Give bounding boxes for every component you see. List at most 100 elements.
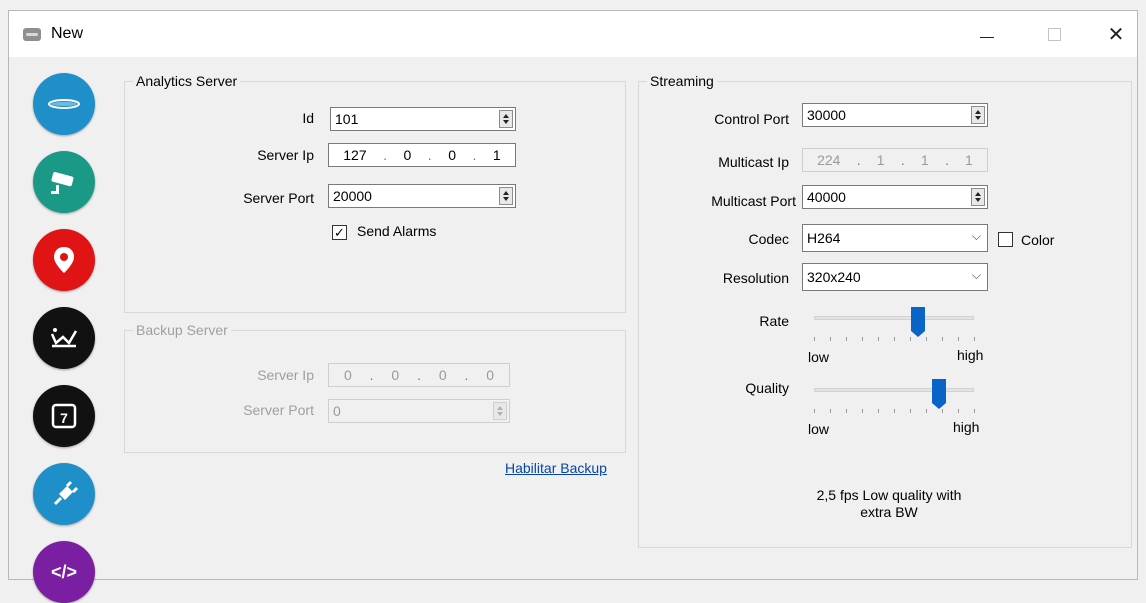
quality-high-label: high bbox=[953, 419, 980, 435]
backup-server-ip-label: Server Ip bbox=[257, 367, 314, 383]
backup-server-port-field[interactable]: 0 bbox=[328, 399, 510, 423]
ip-separator: . bbox=[383, 147, 387, 163]
maximize-icon bbox=[1047, 27, 1061, 41]
cctv-camera-icon[interactable] bbox=[33, 151, 95, 213]
quality-label: Quality bbox=[745, 380, 789, 396]
quality-slider-thumb[interactable] bbox=[931, 379, 946, 409]
rate-slider[interactable] bbox=[806, 307, 986, 341]
backup-server-port-spinner[interactable] bbox=[493, 402, 507, 420]
ip-octet: 1 bbox=[965, 152, 973, 168]
slider-tick bbox=[862, 337, 863, 341]
chevron-down-icon: ⌵ bbox=[971, 229, 981, 243]
slider-tick bbox=[958, 409, 959, 413]
codec-label: Codec bbox=[748, 231, 789, 247]
backup-server-ip-field[interactable]: 0. 0. 0. 0 bbox=[328, 363, 510, 387]
ip-octet: 127 bbox=[343, 147, 367, 163]
streaming-summary: 2,5 fps Low quality with extra BW bbox=[799, 487, 979, 521]
multicast-port-field[interactable]: 40000 bbox=[802, 185, 988, 209]
analytics-server-legend: Analytics Server bbox=[136, 73, 238, 89]
server-port-label: Server Port bbox=[243, 190, 314, 206]
slider-tick bbox=[846, 409, 847, 413]
id-field[interactable]: 101 bbox=[330, 107, 516, 131]
slider-tick bbox=[878, 409, 879, 413]
resolution-select[interactable]: 320x240 ⌵ bbox=[802, 263, 988, 291]
app-icon bbox=[23, 28, 41, 41]
minimize-button[interactable] bbox=[964, 11, 1010, 57]
slider-tick bbox=[894, 409, 895, 413]
slider-tick bbox=[878, 337, 879, 341]
resolution-value: 320x240 bbox=[807, 269, 861, 285]
ip-octet: 1 bbox=[876, 152, 885, 168]
ip-octet: 0 bbox=[486, 367, 495, 383]
control-port-spinner[interactable] bbox=[971, 106, 985, 124]
zone-polygon-icon[interactable] bbox=[33, 307, 95, 369]
server-port-spinner[interactable] bbox=[499, 187, 513, 205]
slider-tick bbox=[958, 337, 959, 341]
slider-tick bbox=[926, 409, 927, 413]
multicast-port-value: 40000 bbox=[807, 189, 846, 205]
id-label: Id bbox=[302, 110, 314, 126]
ip-separator: . bbox=[472, 147, 477, 163]
control-port-field[interactable]: 30000 bbox=[802, 103, 988, 127]
quality-slider-track bbox=[814, 388, 974, 392]
code-icon[interactable]: </> bbox=[33, 541, 95, 603]
plug-icon[interactable] bbox=[33, 463, 95, 525]
rate-high-label: high bbox=[957, 347, 984, 363]
ip-octet: 1 bbox=[492, 147, 501, 163]
window-title: New bbox=[51, 25, 84, 42]
color-label[interactable]: Color bbox=[1021, 232, 1054, 248]
map-pin-icon[interactable] bbox=[33, 229, 95, 291]
ip-octet: 0 bbox=[391, 367, 400, 383]
slider-tick bbox=[894, 337, 895, 341]
slider-tick bbox=[862, 409, 863, 413]
ip-separator: . bbox=[900, 152, 905, 168]
rate-low-label: low bbox=[808, 349, 830, 365]
calendar-icon[interactable]: 7 bbox=[33, 385, 95, 447]
enable-backup-link[interactable]: Habilitar Backup bbox=[505, 460, 607, 476]
id-spinner[interactable] bbox=[499, 110, 513, 128]
streaming-summary-line2: extra BW bbox=[860, 504, 918, 520]
slider-tick bbox=[910, 409, 911, 413]
control-port-value: 30000 bbox=[807, 107, 846, 123]
ip-separator: . bbox=[427, 147, 432, 163]
quality-slider[interactable] bbox=[806, 379, 986, 413]
ip-octet: 0 bbox=[448, 147, 456, 163]
window: New ✕ 7 </> Analytics Server Id 101 Serv… bbox=[8, 10, 1138, 603]
control-port-label: Control Port bbox=[714, 111, 789, 127]
server-port-value: 20000 bbox=[333, 188, 372, 204]
quality-low-label: low bbox=[808, 421, 830, 437]
ip-separator: . bbox=[856, 152, 861, 168]
close-button[interactable]: ✕ bbox=[1093, 11, 1139, 57]
ip-separator: . bbox=[417, 367, 421, 383]
server-ip-label: Server Ip bbox=[257, 147, 314, 163]
title-bar: New ✕ bbox=[9, 11, 1137, 57]
server-ip-field[interactable]: 127. 0. 0. 1 bbox=[328, 143, 516, 167]
resolution-label: Resolution bbox=[722, 270, 789, 286]
send-alarms-label[interactable]: Send Alarms bbox=[357, 223, 436, 239]
ip-separator: . bbox=[464, 367, 469, 383]
rate-slider-thumb[interactable] bbox=[911, 307, 925, 337]
chevron-down-icon: ⌵ bbox=[971, 268, 981, 282]
streaming-summary-line1: 2,5 fps Low quality with bbox=[816, 487, 962, 503]
ip-separator: . bbox=[369, 367, 374, 383]
ip-octet: 1 bbox=[920, 152, 929, 168]
color-checkbox[interactable] bbox=[998, 232, 1013, 247]
send-alarms-checkbox[interactable]: ✓ bbox=[332, 225, 347, 240]
multicast-port-spinner[interactable] bbox=[971, 188, 985, 206]
multicast-ip-field[interactable]: 224. 1. 1. 1 bbox=[802, 148, 988, 172]
slider-tick bbox=[846, 337, 847, 341]
slider-tick bbox=[814, 409, 815, 413]
camera-lens-icon[interactable] bbox=[33, 73, 95, 135]
multicast-port-label: Multicast Port bbox=[711, 193, 796, 209]
codec-select[interactable]: H264 ⌵ bbox=[802, 224, 988, 252]
rate-label: Rate bbox=[759, 313, 789, 329]
multicast-ip-label: Multicast Ip bbox=[718, 154, 789, 170]
server-port-field[interactable]: 20000 bbox=[328, 184, 516, 208]
backup-server-group: Backup Server bbox=[124, 322, 626, 453]
id-value: 101 bbox=[335, 111, 359, 127]
backup-server-legend: Backup Server bbox=[136, 322, 228, 338]
slider-tick bbox=[910, 337, 911, 341]
slider-tick bbox=[814, 337, 815, 341]
maximize-button[interactable] bbox=[1031, 11, 1077, 57]
slider-tick bbox=[926, 337, 927, 341]
